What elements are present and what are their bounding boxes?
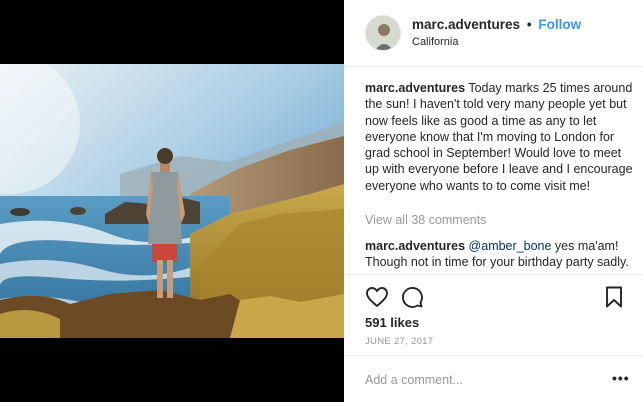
comment-item: marc.adventures @amber_bone yes ma'am! T… bbox=[365, 238, 637, 272]
bookmark-icon[interactable] bbox=[602, 285, 626, 309]
coastal-landscape-image bbox=[0, 64, 344, 338]
header-user-line: marc.adventures • Follow bbox=[412, 17, 581, 32]
post-actions: 591 likes bbox=[344, 274, 643, 334]
comment-bubble-icon[interactable] bbox=[400, 285, 424, 309]
separator-dot: • bbox=[526, 17, 532, 32]
heart-icon[interactable] bbox=[365, 285, 389, 309]
post-media bbox=[0, 0, 344, 402]
post-side-panel: marc.adventures • Follow California marc… bbox=[344, 0, 643, 402]
likes-count[interactable]: 591 likes bbox=[365, 315, 419, 330]
add-comment-section: ••• bbox=[344, 355, 643, 402]
avatar-image bbox=[366, 16, 400, 50]
follow-button[interactable]: Follow bbox=[538, 17, 581, 32]
comment-username[interactable]: marc.adventures bbox=[365, 239, 465, 253]
username-link[interactable]: marc.adventures bbox=[412, 17, 520, 32]
avatar[interactable] bbox=[365, 15, 401, 51]
location-link[interactable]: California bbox=[412, 36, 458, 48]
post-date: JUNE 27, 2017 bbox=[365, 336, 434, 347]
post-photo[interactable] bbox=[0, 64, 344, 338]
post-caption: marc.adventures Today marks 25 times aro… bbox=[365, 80, 637, 194]
post-header: marc.adventures • Follow California bbox=[344, 0, 643, 67]
caption-username[interactable]: marc.adventures bbox=[365, 81, 465, 95]
comment-mention[interactable]: @amber_bone bbox=[469, 239, 552, 253]
view-all-comments-link[interactable]: View all 38 comments bbox=[365, 213, 486, 227]
caption-text: Today marks 25 times around the sun! I h… bbox=[365, 81, 633, 193]
add-comment-input[interactable] bbox=[365, 371, 595, 389]
more-options-icon[interactable]: ••• bbox=[612, 371, 630, 385]
